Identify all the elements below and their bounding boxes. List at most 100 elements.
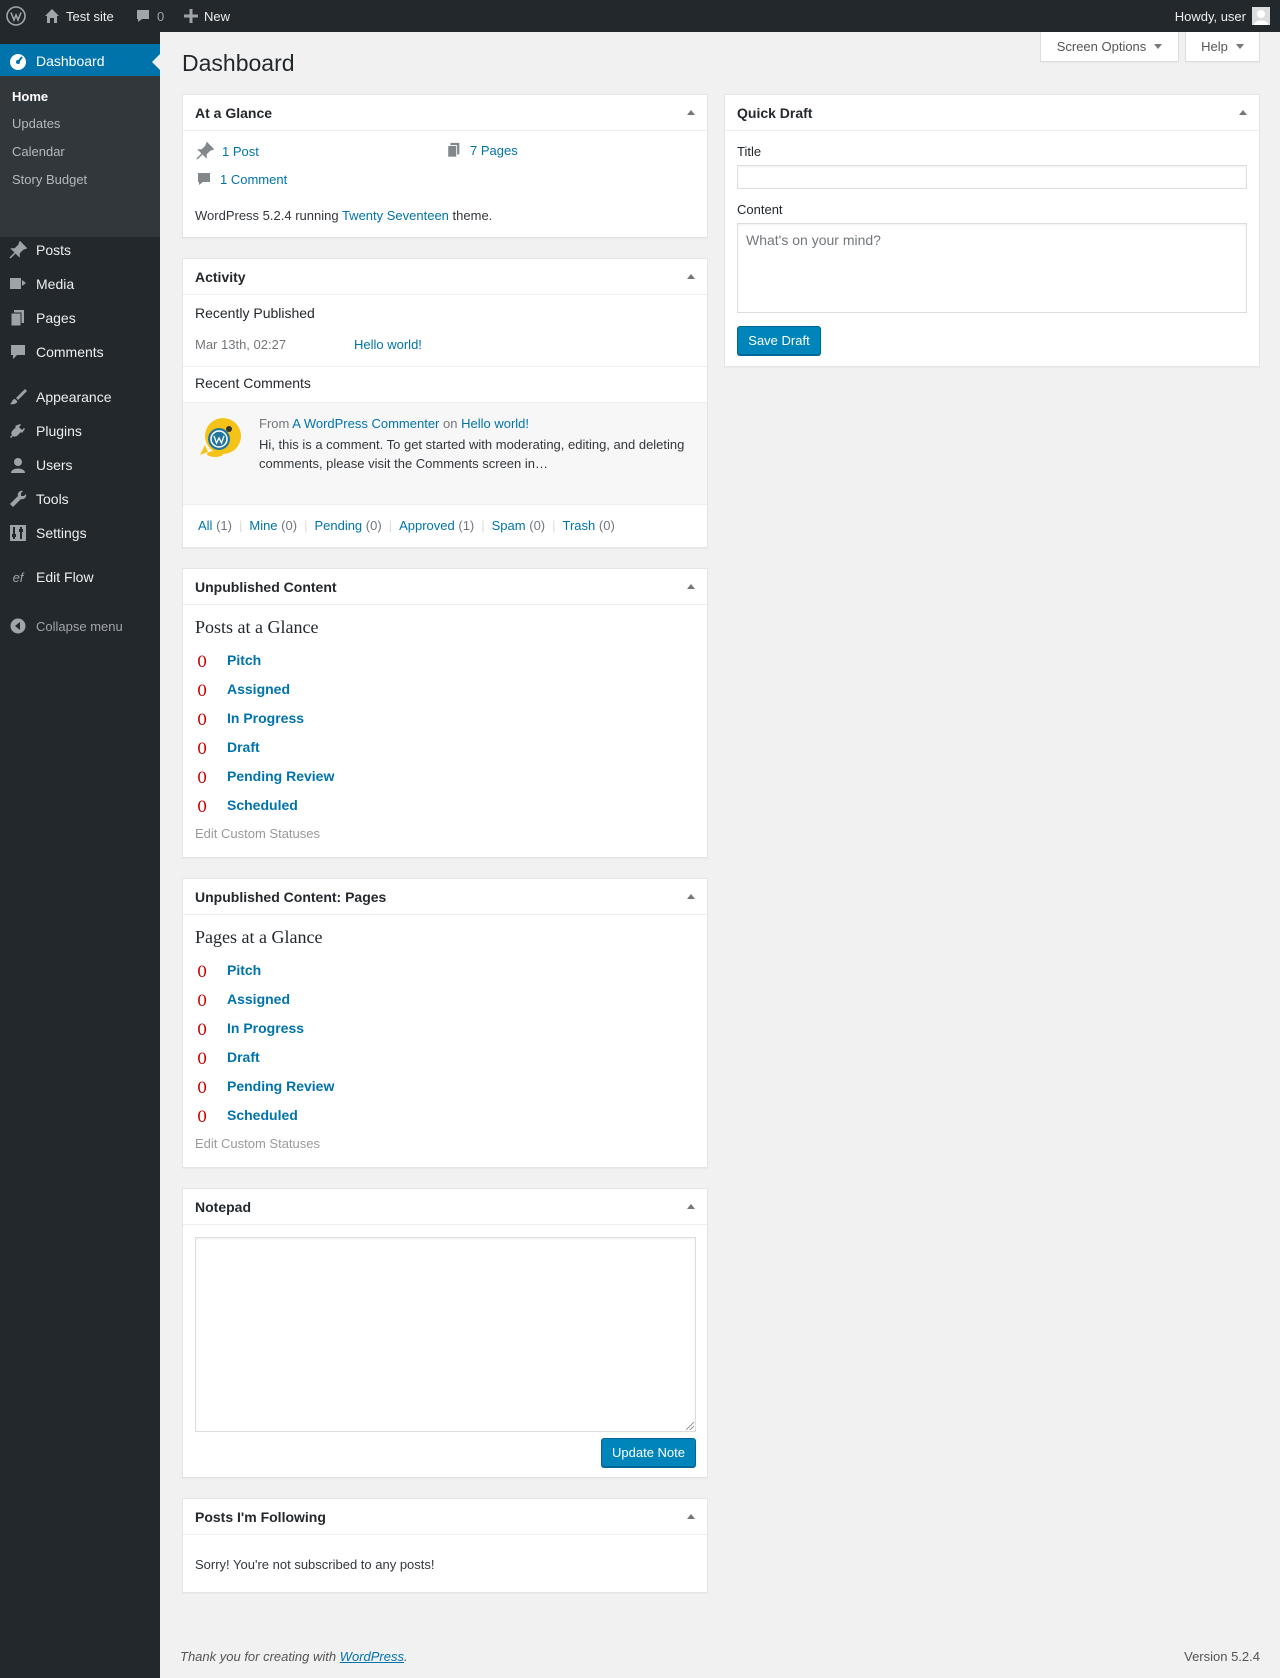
submenu-home[interactable]: Home: [12, 89, 48, 104]
wp-running-text: WordPress 5.2.4 running: [195, 208, 339, 223]
posts-at-a-glance-heading: Posts at a Glance: [195, 617, 319, 637]
save-draft-button[interactable]: Save Draft: [737, 326, 821, 355]
filter-approved[interactable]: Approved (1): [399, 518, 474, 533]
status-count: 0: [197, 710, 208, 729]
menu-posts[interactable]: Posts: [0, 233, 160, 267]
title-label: Title: [737, 144, 762, 159]
filter-pending-label: Pending: [314, 518, 363, 533]
menu-comments[interactable]: Comments: [0, 335, 160, 369]
edit-flow-icon: ef: [12, 569, 24, 585]
comment-post-link[interactable]: Hello world!: [461, 416, 529, 431]
status-link[interactable]: Draft: [227, 1049, 260, 1065]
comment-meta: From A WordPress Commenter on Hello worl…: [259, 416, 529, 431]
status-link[interactable]: Pitch: [227, 652, 261, 668]
posts-count-link[interactable]: 1 Post: [196, 142, 259, 160]
filter-spam-label: Spam: [491, 518, 526, 533]
menu-settings-label: Settings: [36, 525, 87, 541]
notepad-header[interactable]: Notepad: [183, 1189, 707, 1225]
unpublished-pages-header[interactable]: Unpublished Content: Pages: [183, 879, 707, 915]
caret-down-icon: [1235, 44, 1244, 49]
quick-draft-header[interactable]: Quick Draft: [725, 95, 1259, 131]
status-link[interactable]: Scheduled: [227, 1107, 298, 1123]
toggle-arrow-icon[interactable]: [687, 894, 695, 899]
filter-trash[interactable]: Trash (0): [563, 518, 615, 533]
submenu-calendar[interactable]: Calendar: [12, 144, 65, 159]
menu-tools-label: Tools: [36, 491, 69, 507]
filter-all-count: (1): [216, 518, 232, 533]
menu-users[interactable]: Users: [0, 448, 160, 482]
status-link[interactable]: Assigned: [227, 991, 290, 1007]
comments-link[interactable]: 0: [135, 0, 164, 32]
menu-dashboard[interactable]: Dashboard: [0, 44, 160, 78]
status-link[interactable]: Pending Review: [227, 1078, 334, 1094]
activity-header[interactable]: Activity: [183, 259, 707, 295]
menu-edit-flow[interactable]: ef Edit Flow: [0, 560, 160, 594]
submenu-story-budget[interactable]: Story Budget: [12, 172, 87, 187]
posts-following-header[interactable]: Posts I'm Following: [183, 1499, 707, 1535]
status-count: 0: [197, 797, 208, 816]
footer-period: .: [404, 1649, 408, 1664]
my-account-link[interactable]: Howdy, user: [1175, 0, 1270, 32]
media-icon: [0, 275, 36, 293]
unpublished-content-header[interactable]: Unpublished Content: [183, 569, 707, 605]
edit-custom-statuses-link[interactable]: Edit Custom Statuses: [195, 826, 320, 841]
screen-options-label: Screen Options: [1056, 39, 1147, 54]
menu-plugins[interactable]: Plugins: [0, 414, 160, 448]
menu-media[interactable]: Media: [0, 267, 160, 301]
theme-link[interactable]: Twenty Seventeen: [342, 208, 449, 223]
site-name-link[interactable]: Test site: [44, 0, 114, 32]
update-note-button[interactable]: Update Note: [601, 1438, 696, 1467]
menu-appearance[interactable]: Appearance: [0, 380, 160, 414]
screen-options-button[interactable]: Screen Options: [1040, 32, 1179, 62]
help-label: Help: [1201, 39, 1228, 54]
status-link[interactable]: Pending Review: [227, 768, 334, 784]
filter-mine[interactable]: Mine (0): [249, 518, 297, 533]
menu-posts-label: Posts: [36, 242, 72, 258]
footer-thanks: Thank you for creating with WordPress.: [180, 1649, 408, 1664]
plug-icon: [0, 422, 36, 440]
notepad-textarea[interactable]: [195, 1237, 696, 1432]
resize-handle-icon[interactable]: [686, 1422, 694, 1430]
commenter-link[interactable]: A WordPress Commenter: [292, 416, 439, 431]
menu-settings[interactable]: Settings: [0, 516, 160, 550]
at-a-glance-header[interactable]: At a Glance: [183, 95, 707, 131]
notepad-title: Notepad: [195, 1198, 251, 1215]
new-content-link[interactable]: New: [184, 0, 230, 32]
menu-edit-flow-label: Edit Flow: [36, 569, 94, 585]
published-post-link[interactable]: Hello world!: [354, 337, 422, 352]
menu-pages[interactable]: Pages: [0, 301, 160, 335]
wrench-icon: [0, 490, 36, 508]
filter-mine-label: Mine: [249, 518, 278, 533]
filter-approved-count: (1): [458, 518, 475, 533]
collapse-menu-button[interactable]: Collapse menu: [0, 614, 160, 638]
draft-title-input[interactable]: [737, 165, 1247, 189]
status-link[interactable]: Assigned: [227, 681, 290, 697]
toggle-arrow-icon[interactable]: [687, 1204, 695, 1209]
filter-spam[interactable]: Spam (0): [492, 518, 545, 533]
help-button[interactable]: Help: [1185, 32, 1260, 62]
filter-all[interactable]: All (1): [198, 518, 232, 533]
status-link[interactable]: In Progress: [227, 1020, 304, 1036]
toggle-arrow-icon[interactable]: [1239, 110, 1247, 115]
status-link[interactable]: Draft: [227, 739, 260, 755]
toggle-arrow-icon[interactable]: [687, 110, 695, 115]
status-link[interactable]: Pitch: [227, 962, 261, 978]
menu-tools[interactable]: Tools: [0, 482, 160, 516]
menu-pages-label: Pages: [36, 310, 76, 326]
on-text: on: [443, 416, 458, 431]
filter-pending[interactable]: Pending (0): [314, 518, 381, 533]
draft-content-textarea[interactable]: What's on your mind?: [737, 223, 1247, 313]
comments-count-link[interactable]: 1 Comment: [196, 171, 287, 187]
status-count: 0: [197, 1020, 208, 1039]
status-link[interactable]: In Progress: [227, 710, 304, 726]
pushpin-icon: [196, 142, 214, 160]
wordpress-link[interactable]: WordPress: [340, 1649, 404, 1664]
toggle-arrow-icon[interactable]: [687, 274, 695, 279]
edit-custom-statuses-link[interactable]: Edit Custom Statuses: [195, 1136, 320, 1151]
toggle-arrow-icon[interactable]: [687, 584, 695, 589]
status-link[interactable]: Scheduled: [227, 797, 298, 813]
pages-count-link[interactable]: 7 Pages: [446, 142, 518, 158]
toggle-arrow-icon[interactable]: [687, 1514, 695, 1519]
wordpress-logo-button[interactable]: [6, 0, 26, 32]
submenu-updates[interactable]: Updates: [12, 116, 60, 131]
